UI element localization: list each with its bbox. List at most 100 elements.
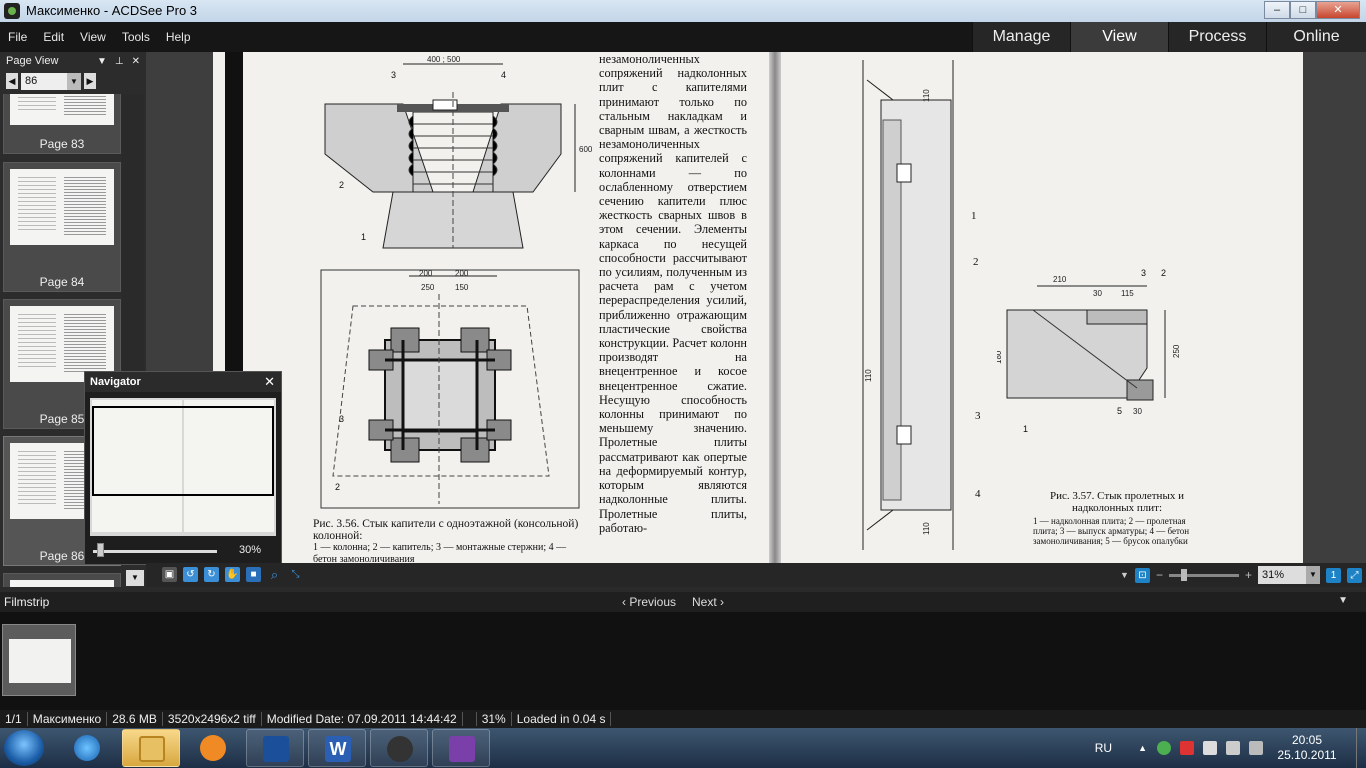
mark-label: 3 — [391, 70, 396, 80]
usb-icon[interactable] — [1203, 741, 1217, 755]
tray-expand-icon[interactable]: ▲ — [1138, 743, 1147, 753]
mark-label: 3 — [1141, 268, 1146, 278]
language-indicator[interactable]: RU — [1095, 741, 1112, 755]
dim-label: 30 — [1093, 289, 1102, 298]
menu-file[interactable]: File — [8, 30, 27, 44]
figure-vertical-section: 110 110 110 — [862, 60, 954, 550]
dim-label: 30 — [1133, 407, 1142, 416]
dim-label: 150 — [455, 283, 469, 292]
dim-label: 180 — [997, 350, 1003, 364]
zoom-select[interactable]: 31% ▼ — [1258, 566, 1320, 584]
filmstrip-collapse-icon[interactable]: ▼ — [1338, 595, 1348, 606]
figure-capital-joint-plan: 200 200 250 150 3 2 — [320, 269, 580, 509]
mark-label: 5 — [1117, 406, 1122, 416]
zoom-in-icon[interactable]: + — [1245, 568, 1252, 582]
editor-button[interactable] — [432, 729, 490, 767]
figure-357-caption: Рис. 3.57. Стык пролетных и надколонных … — [1050, 490, 1184, 514]
filmstrip-header: Filmstrip ‹ Previous Next › ▼ — [0, 592, 1366, 612]
mark-label: 4 — [975, 488, 981, 500]
internet-explorer-button[interactable] — [58, 729, 116, 767]
word-button[interactable]: W — [308, 729, 366, 767]
page-view-header: Page View ▼ ⊥ ✕ — [0, 52, 146, 70]
navigator-viewport[interactable] — [92, 406, 274, 496]
toolbar-menu-icon[interactable]: ▼ — [1120, 570, 1129, 580]
minimize-button[interactable]: – — [1264, 1, 1290, 19]
next-button[interactable]: Next › — [692, 595, 724, 609]
previous-button[interactable]: ‹ Previous — [622, 595, 676, 609]
next-page-button[interactable]: ▶ — [84, 73, 96, 89]
menu-bar: File Edit View Tools Help Manage View Pr… — [0, 22, 1366, 52]
navigator-zoom-handle[interactable] — [97, 543, 104, 557]
full-screen-icon[interactable]: ⤢ — [1347, 567, 1362, 583]
previous-page-button[interactable]: ◀ — [6, 73, 18, 89]
page-thumbnail[interactable]: Page 84 — [3, 162, 121, 292]
acdsee-button[interactable] — [370, 729, 428, 767]
zoom-out-icon[interactable]: − — [1156, 568, 1163, 582]
dim-label: 400 ; 500 — [427, 55, 461, 64]
floppy-disk-icon — [263, 736, 289, 762]
page-thumbnail[interactable]: Page 83 — [3, 94, 121, 154]
chevron-down-icon[interactable]: ▼ — [67, 72, 81, 90]
save-app-button[interactable] — [246, 729, 304, 767]
tray-alert-icon[interactable] — [1180, 741, 1194, 755]
tab-view[interactable]: View — [1070, 22, 1168, 52]
page-thumbnail[interactable] — [3, 573, 121, 587]
status-loaded: Loaded in 0.04 s — [512, 712, 612, 726]
navigator-close-icon[interactable]: ✕ — [264, 372, 275, 392]
document-page: 400 ; 500 600 3 4 2 1 200 200 250 150 3 … — [213, 52, 1303, 565]
close-button[interactable]: ✕ — [1316, 1, 1360, 19]
mark-label: 2 — [1161, 268, 1166, 278]
media-player-button[interactable] — [184, 729, 242, 767]
dim-label: 110 — [864, 369, 873, 382]
navigator-zoom-value: 30% — [239, 544, 262, 556]
tab-process[interactable]: Process — [1168, 22, 1266, 52]
image-icon[interactable]: ▣ — [162, 567, 177, 582]
menu-view[interactable]: View — [80, 30, 106, 44]
pin-icon[interactable]: ⊥ — [115, 56, 124, 67]
pan-zoom-icon[interactable]: ⊡ — [1134, 567, 1150, 583]
internet-explorer-icon — [74, 735, 100, 761]
page-view-title: Page View — [6, 55, 59, 67]
figure-357-legend: 1 — надколонная плита; 2 — пролетная пли… — [1033, 516, 1190, 546]
page-number-input[interactable]: 86 ▼ — [21, 72, 81, 90]
show-desktop-button[interactable] — [1356, 728, 1366, 768]
dim-label: 200 — [455, 269, 469, 278]
scroll-down-icon[interactable]: ▼ — [126, 570, 144, 586]
mark-label: 1 — [1023, 424, 1028, 434]
actual-size-icon[interactable]: 1 — [1326, 567, 1341, 583]
maximize-button[interactable]: □ — [1290, 1, 1316, 19]
figure-slab-joint: 210 30 115 250 180 30 3 2 5 1 — [997, 268, 1181, 434]
network-icon[interactable] — [1226, 741, 1240, 755]
zoom-slider[interactable] — [1168, 568, 1239, 581]
mark-label: 3 — [339, 414, 344, 424]
filmstrip-thumbnail[interactable] — [2, 624, 76, 696]
zoom-tool-icon[interactable]: ⌕ — [267, 567, 282, 582]
document-viewer[interactable]: 400 ; 500 600 3 4 2 1 200 200 250 150 3 … — [146, 52, 1366, 565]
clock[interactable]: 20:05 25.10.2011 — [1272, 733, 1342, 763]
panel-menu-icon[interactable]: ▼ — [97, 56, 107, 67]
navigator-zoom-slider[interactable] — [93, 550, 217, 553]
start-button[interactable] — [4, 730, 44, 766]
menu-help[interactable]: Help — [166, 30, 191, 44]
navigator-preview[interactable] — [90, 398, 276, 536]
menu-tools[interactable]: Tools — [122, 30, 150, 44]
status-filesize: 28.6 MB — [107, 712, 163, 726]
document-text: незамоноличенных сопряжений надколонных … — [599, 52, 747, 535]
tab-online[interactable]: Online — [1266, 22, 1366, 52]
panel-close-icon[interactable]: ✕ — [132, 56, 140, 67]
chevron-down-icon[interactable]: ▼ — [1306, 566, 1320, 584]
page-navigation: ◀ 86 ▼ ▶ — [0, 70, 146, 92]
rotate-left-icon[interactable]: ↺ — [183, 567, 198, 582]
explorer-button[interactable] — [122, 729, 180, 767]
tab-manage[interactable]: Manage — [972, 22, 1070, 52]
rotate-right-icon[interactable]: ↻ — [204, 567, 219, 582]
word-icon: W — [325, 736, 351, 762]
hand-tool-icon[interactable]: ✋ — [225, 567, 240, 582]
volume-icon[interactable] — [1249, 741, 1263, 755]
window-controls: – □ ✕ — [1264, 1, 1360, 19]
system-tray: RU ▲ 20:05 25.10.2011 — [1095, 728, 1366, 768]
menu-edit[interactable]: Edit — [43, 30, 64, 44]
select-tool-icon[interactable]: ■ — [246, 567, 261, 582]
tray-app-icon[interactable] — [1157, 741, 1171, 755]
fit-icon[interactable]: ⤡ — [288, 567, 303, 582]
